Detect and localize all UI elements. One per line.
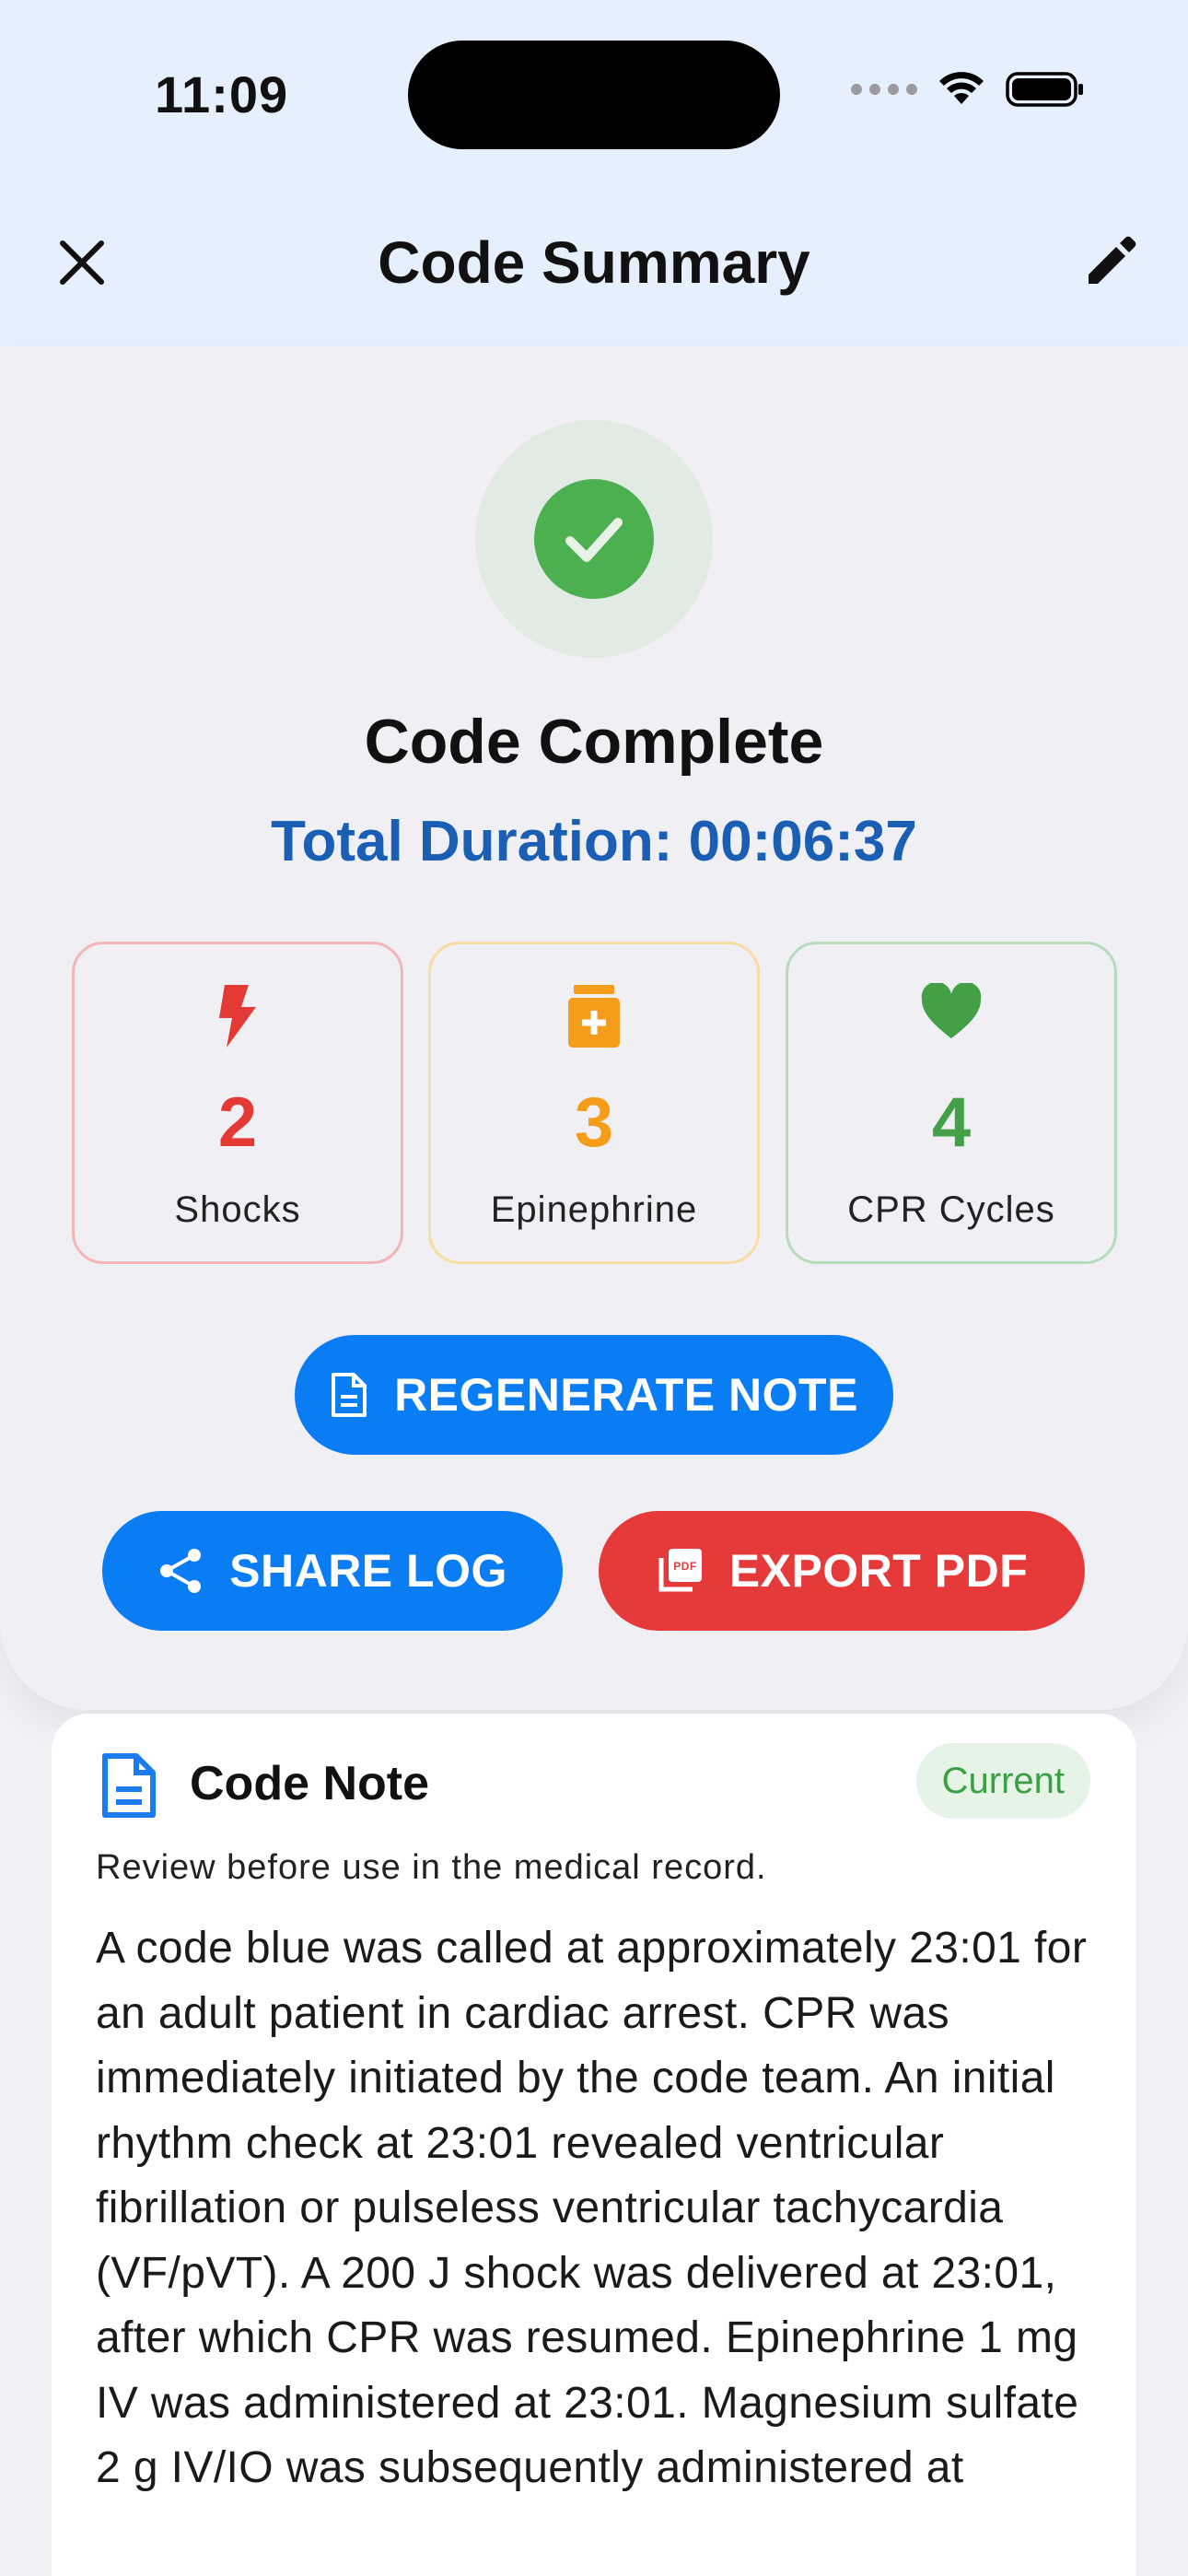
svg-text:PDF: PDF xyxy=(673,1560,697,1573)
share-icon xyxy=(160,1549,202,1593)
header-area: 11:09 Code Summary xyxy=(0,0,1188,346)
document-icon xyxy=(332,1373,367,1417)
cellular-signal-icon xyxy=(851,84,917,95)
cpr-cycles-count: 4 xyxy=(931,1083,972,1162)
shocks-label: Shocks xyxy=(174,1189,301,1230)
cpr-cycles-label: CPR Cycles xyxy=(847,1189,1055,1230)
document-icon xyxy=(102,1753,156,1818)
regenerate-note-button[interactable]: REGENERATE NOTE xyxy=(295,1335,893,1455)
bolt-icon xyxy=(219,985,256,1048)
wifi-icon xyxy=(939,72,984,104)
note-title: Code Note xyxy=(190,1757,429,1810)
heart-icon xyxy=(921,983,982,1038)
page-title: Code Summary xyxy=(378,229,810,296)
note-status-badge: Current xyxy=(915,1743,1090,1819)
status-halo xyxy=(475,420,713,658)
note-subtitle: Review before use in the medical record. xyxy=(96,1848,767,1887)
summary-card: Code Complete Total Duration: 00:06:37 2… xyxy=(0,346,1188,1710)
shocks-count: 2 xyxy=(217,1083,258,1162)
medicine-bottle-icon xyxy=(568,985,620,1048)
dynamic-island xyxy=(408,41,780,149)
status-time: 11:09 xyxy=(155,65,289,123)
check-circle-icon xyxy=(534,479,654,599)
epinephrine-label: Epinephrine xyxy=(490,1189,698,1230)
code-note-card: Code Note Current Review before use in t… xyxy=(52,1714,1136,2576)
export-pdf-label: EXPORT PDF xyxy=(728,1545,1029,1597)
status-icons xyxy=(851,70,1085,109)
share-log-label: SHARE LOG xyxy=(229,1545,507,1597)
share-log-button[interactable]: SHARE LOG xyxy=(102,1511,563,1631)
battery-icon xyxy=(1006,72,1083,107)
note-body: A code blue was called at approximately … xyxy=(96,1924,1088,2492)
regenerate-note-label: REGENERATE NOTE xyxy=(394,1369,858,1421)
total-duration: Total Duration: 00:06:37 xyxy=(271,810,917,873)
export-pdf-button[interactable]: PDF EXPORT PDF xyxy=(599,1511,1085,1631)
stat-card-epinephrine: 3 Epinephrine xyxy=(428,942,760,1264)
pdf-icon: PDF xyxy=(658,1549,702,1592)
code-status-title: Code Complete xyxy=(364,707,824,777)
stat-card-cpr-cycles: 4 CPR Cycles xyxy=(786,942,1117,1264)
stat-card-shocks: 2 Shocks xyxy=(72,942,403,1264)
pencil-icon[interactable] xyxy=(1081,232,1140,291)
epinephrine-count: 3 xyxy=(574,1083,614,1162)
